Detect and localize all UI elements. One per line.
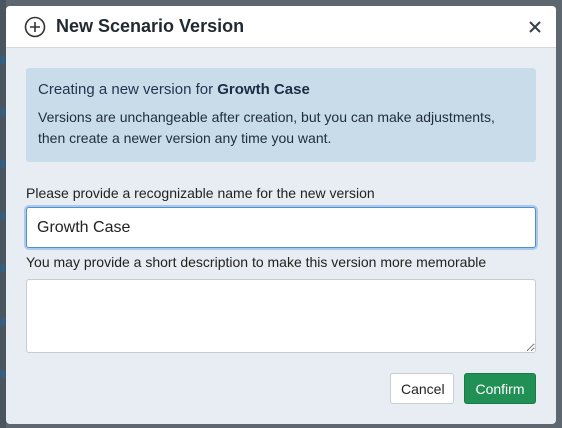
dialog-footer: Cancel Confirm (390, 373, 536, 404)
info-box: Creating a new version for Growth Case V… (26, 68, 536, 162)
info-title-prefix: Creating a new version for (38, 81, 218, 98)
name-field-label: Please provide a recognizable name for t… (26, 185, 375, 201)
dialog-header: New Scenario Version (6, 6, 556, 48)
confirm-button[interactable]: Confirm (464, 373, 536, 404)
dialog-body: Creating a new version for Growth Case V… (6, 48, 556, 353)
plus-circle-icon (24, 16, 46, 38)
description-field-label: You may provide a short description to m… (26, 254, 487, 270)
version-name-input[interactable] (26, 207, 536, 248)
version-description-input[interactable] (26, 279, 536, 353)
info-title: Creating a new version for Growth Case (38, 80, 524, 99)
close-icon[interactable] (524, 16, 546, 38)
info-text: Versions are unchangeable after creation… (38, 109, 495, 146)
new-version-dialog: New Scenario Version Creating a new vers… (6, 6, 556, 424)
dialog-title: New Scenario Version (56, 16, 245, 36)
info-title-scenario-name: Growth Case (217, 81, 310, 98)
cancel-button[interactable]: Cancel (390, 373, 454, 404)
